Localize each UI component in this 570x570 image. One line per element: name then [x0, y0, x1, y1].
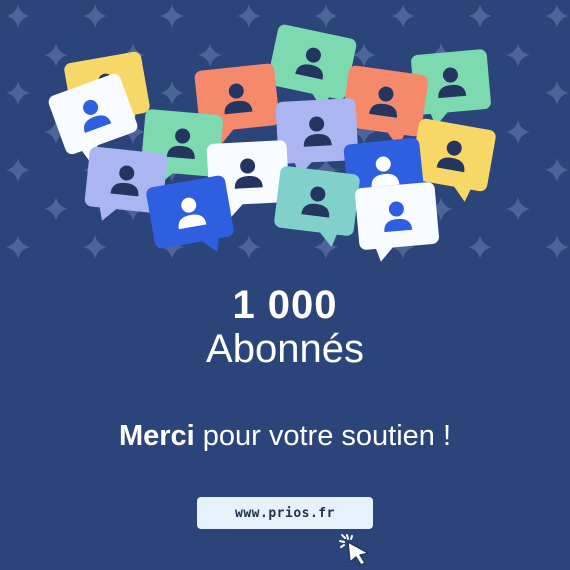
subscriber-count: 1 000	[232, 283, 338, 327]
subscriber-label: Abonnés	[206, 327, 364, 371]
thanks-strong: Merci	[118, 420, 195, 452]
user-chat-bubble-icon	[355, 182, 439, 262]
thanks-rest: pour votre soutien !	[194, 420, 452, 452]
thanks-message: Merci pour votre soutien !	[0, 418, 570, 454]
click-cursor-icon	[339, 534, 369, 566]
user-chat-bubble-icon	[274, 166, 360, 248]
post-canvas: 1 000 Abonnés Merci pour votre soutien !…	[0, 0, 570, 570]
user-chat-bubble-icon	[146, 175, 234, 252]
website-link-button[interactable]: www.prios.fr	[197, 497, 373, 529]
